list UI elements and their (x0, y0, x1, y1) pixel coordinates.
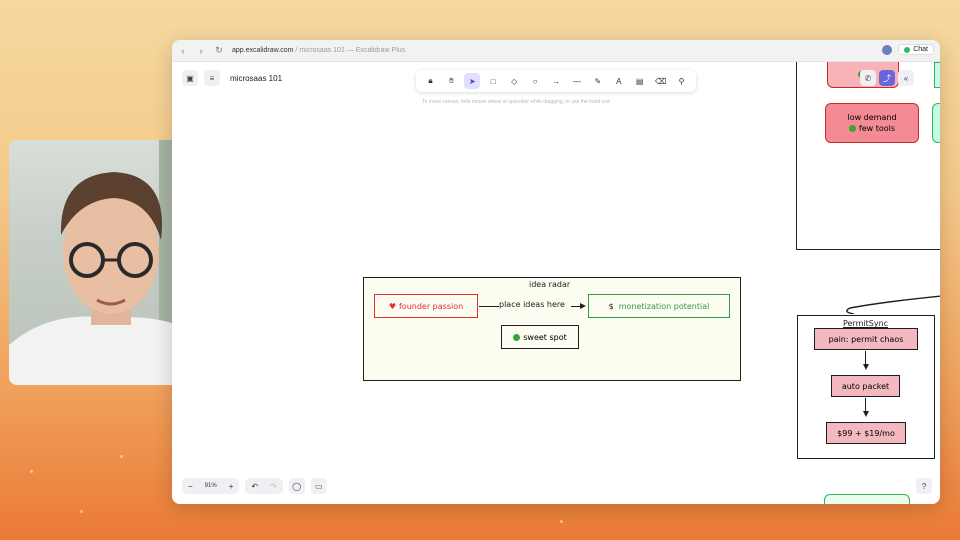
sweet-spot-label: sweet spot (523, 332, 567, 342)
founder-passion-node[interactable]: ♥ founder passion (374, 294, 478, 318)
chat-button[interactable]: Chat (898, 44, 934, 55)
place-ideas-label: place ideas here (499, 300, 565, 309)
lock-icon[interactable]: 🔒︎ (422, 73, 438, 89)
auto-packet-label: auto packet (841, 381, 890, 391)
browser-url-bar: ‹ › ↻ app.excalidraw.com / microsaas 101… (172, 40, 940, 62)
eraser-icon[interactable]: ⌫ (653, 73, 669, 89)
arrow-connector[interactable] (865, 351, 867, 365)
url-path: / microsaas 101 — Excalidraw Plus (293, 47, 406, 54)
presentation-icon[interactable]: ▭ (310, 478, 327, 494)
arrow-icon[interactable]: → (548, 73, 564, 89)
collab-controls: ✆ ⤴ « (860, 70, 914, 86)
extension-icon[interactable] (882, 44, 893, 55)
selection-icon[interactable]: ➤ (464, 73, 481, 89)
image-icon[interactable]: ▤ (632, 73, 648, 89)
partial-card[interactable] (824, 494, 910, 504)
canvas-hint: To move canvas, hold mouse wheel or spac… (422, 99, 610, 105)
background-sparkle (80, 510, 83, 513)
line-icon[interactable]: — (569, 73, 585, 89)
founder-passion-label: founder passion (398, 301, 464, 311)
few-tools-label: few tools (858, 124, 896, 133)
side-card[interactable] (934, 62, 940, 88)
browser-window: ‹ › ↻ app.excalidraw.com / microsaas 101… (172, 40, 940, 504)
address-field[interactable]: app.excalidraw.com / microsaas 101 — Exc… (232, 47, 405, 54)
green-circle-icon (848, 125, 856, 132)
arrow-head (580, 303, 586, 309)
undo-icon[interactable]: ↶ (245, 482, 264, 491)
history-controls: ↶ ↷ (245, 478, 283, 494)
back-icon[interactable]: ‹ (176, 44, 190, 58)
comment-icon[interactable]: ◯ (288, 478, 305, 494)
zoom-controls: − 91% + (182, 478, 240, 494)
green-circle-icon (513, 333, 521, 341)
shape-toolbar: 🔒︎ ✋︎ ➤ □ ◇ ○ → — ✎ A ▤ ⌫ ⚲ (416, 70, 696, 92)
permit-chaos-node[interactable]: pain: permit chaos (814, 328, 918, 350)
arrow-head (863, 411, 869, 417)
forward-icon[interactable]: › (194, 44, 208, 58)
pricing-label: $99 + $19/mo (837, 428, 895, 438)
low-demand-card[interactable]: low demand few tools (825, 103, 919, 143)
permit-chaos-label: pain: permit chaos (828, 334, 904, 344)
low-demand-label: low demand (847, 113, 897, 122)
document-title[interactable]: microsaas 101 (230, 74, 282, 83)
monetization-label: monetization potential (618, 301, 710, 311)
hand-icon[interactable]: ✋︎ (443, 73, 459, 89)
idea-radar-title: idea radar (529, 280, 571, 289)
competition-frame[interactable] (796, 62, 940, 250)
excalidraw-canvas[interactable]: ▣ ≡ microsaas 101 🔒︎ ✋︎ ➤ □ ◇ ○ → — ✎ A … (172, 62, 940, 504)
menu-icon[interactable]: ≡ (204, 70, 220, 86)
heart-icon: ♥ (388, 301, 396, 311)
zoom-level[interactable]: 91% (199, 483, 223, 489)
url-host: app.excalidraw.com (232, 47, 294, 54)
arrow-head (863, 364, 869, 370)
curved-arrow[interactable] (842, 292, 940, 314)
zoom-out-button[interactable]: − (182, 482, 199, 491)
sweet-spot-node[interactable]: sweet spot (501, 325, 579, 349)
draw-icon[interactable]: ✎ (590, 73, 606, 89)
text-icon[interactable]: A (611, 73, 627, 89)
chat-label: Chat (913, 46, 928, 53)
zoom-in-button[interactable]: + (223, 482, 240, 491)
phone-icon[interactable]: ✆ (860, 70, 876, 86)
library-icon[interactable]: ▣ (182, 70, 198, 86)
arrow-connector[interactable] (865, 398, 867, 412)
chat-icon (904, 46, 911, 53)
rectangle-icon[interactable]: □ (485, 73, 501, 89)
collapse-icon[interactable]: « (898, 70, 914, 86)
auto-packet-node[interactable]: auto packet (831, 375, 900, 397)
dollar-icon: $ (608, 301, 614, 311)
redo-icon[interactable]: ↷ (264, 482, 283, 491)
ellipse-icon[interactable]: ○ (527, 73, 543, 89)
reload-icon[interactable]: ↻ (212, 44, 226, 58)
background-sparkle (560, 520, 563, 523)
diamond-icon[interactable]: ◇ (506, 73, 522, 89)
help-icon[interactable]: ? (916, 478, 932, 494)
more-tools-icon[interactable]: ⚲ (674, 73, 690, 89)
monetization-node[interactable]: $ monetization potential (588, 294, 730, 318)
pricing-node[interactable]: $99 + $19/mo (826, 422, 906, 444)
background-sparkle (120, 455, 123, 458)
side-card[interactable] (932, 103, 940, 143)
background-sparkle (30, 470, 33, 473)
share-button[interactable]: ⤴ (879, 70, 895, 86)
arrow-connector[interactable] (479, 306, 499, 308)
